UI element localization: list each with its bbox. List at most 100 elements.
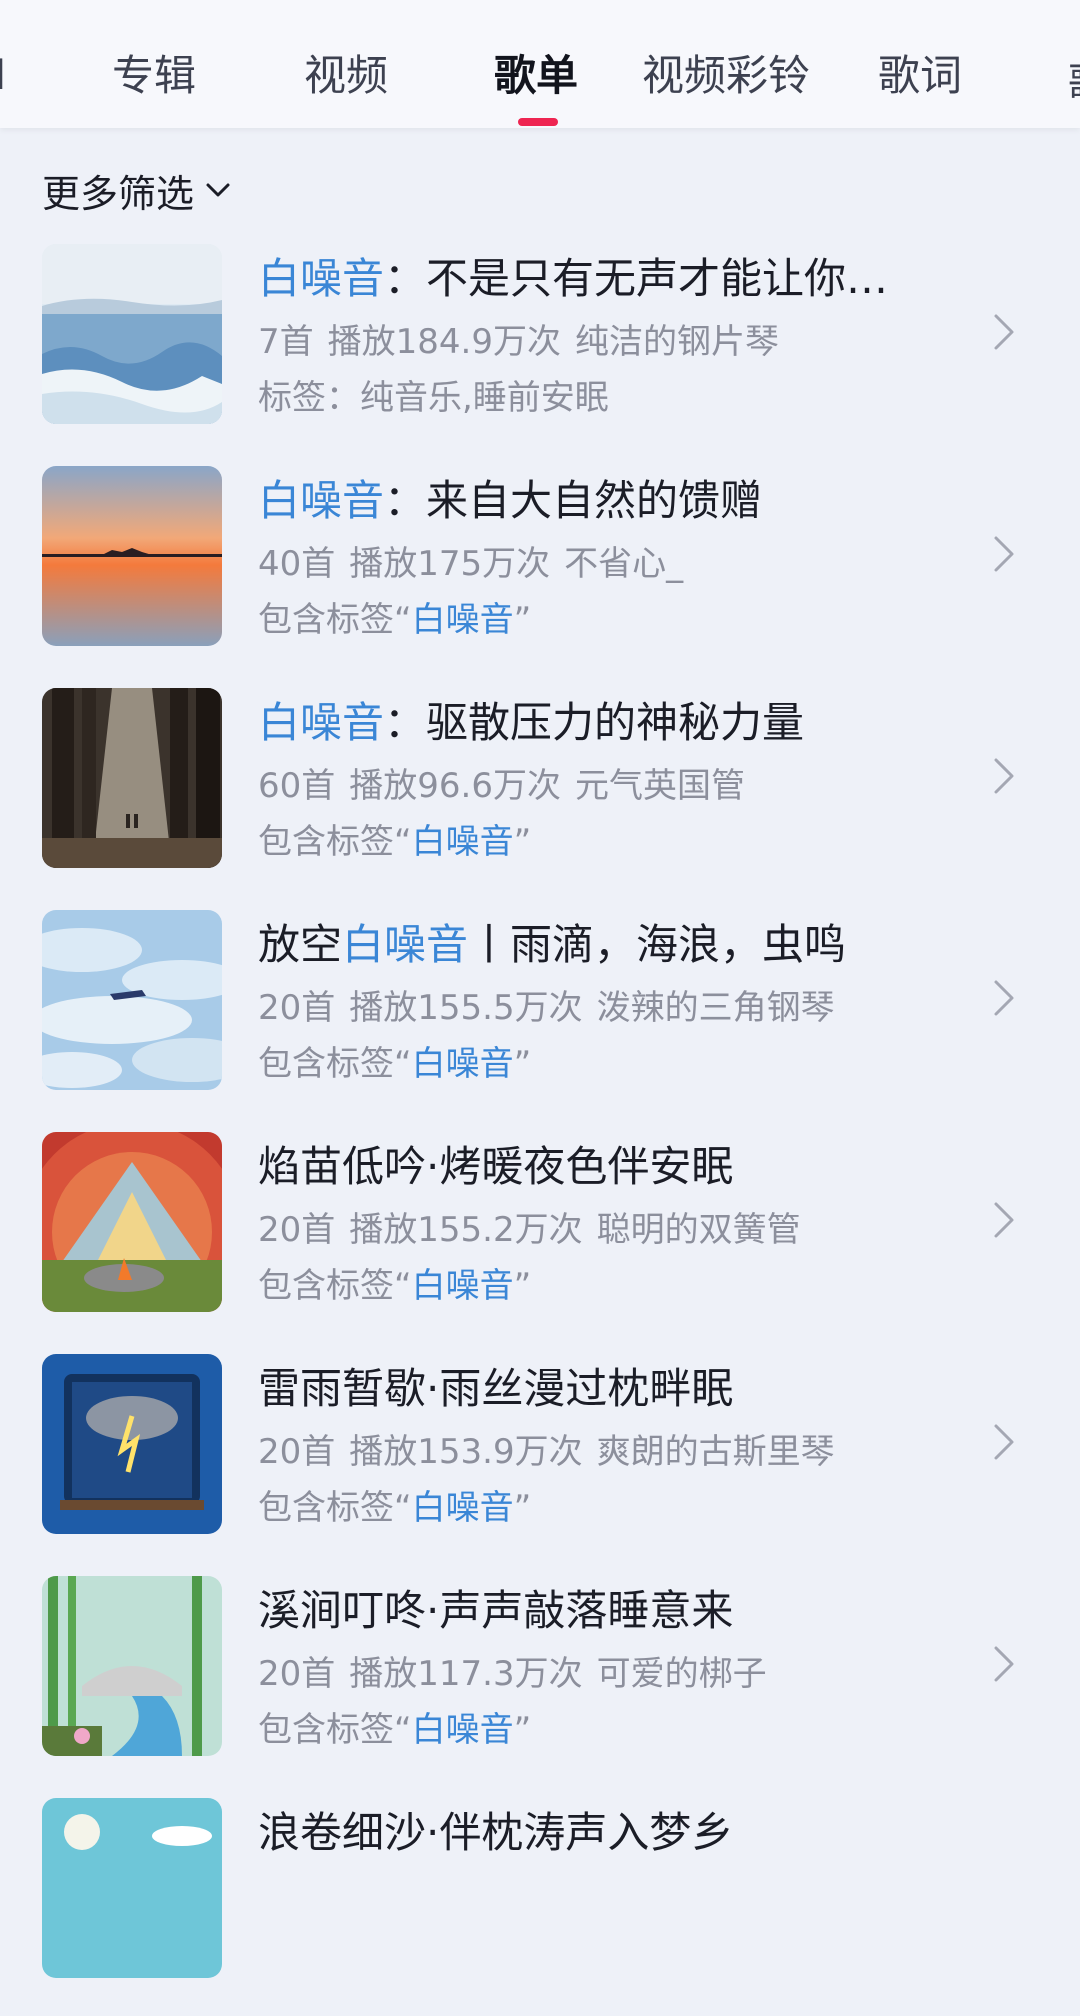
creator-name: 泼辣的三角钢琴 xyxy=(596,988,835,1028)
tab-partial-right[interactable]: 歌 xyxy=(1068,50,1080,111)
tab-bar: I 专辑 视频 歌单 视频彩铃 歌词 歌 xyxy=(0,0,1080,128)
tag-prefix: 包含标签“ xyxy=(258,600,412,640)
title-highlight: 白噪音 xyxy=(258,476,385,525)
playlist-tags: 包含标签“白噪音” xyxy=(258,1262,531,1310)
tag-prefix: 包含标签“ xyxy=(258,1266,412,1306)
playlist-cover xyxy=(42,1132,222,1312)
playlist-meta: 7首 播放184.9万次 纯洁的钢片琴 xyxy=(258,318,779,366)
play-count: 播放184.9万次 xyxy=(327,322,561,362)
title-highlight: 白噪音 xyxy=(258,254,385,303)
chevron-right-icon xyxy=(994,980,1014,1016)
playlist-title: 白噪音：来自大自然的馈赠 xyxy=(258,472,958,530)
title-highlight: 白噪音 xyxy=(342,920,469,969)
tag-text: 标签：纯音乐,睡前安眠 xyxy=(258,378,609,418)
play-count: 播放175万次 xyxy=(349,544,551,584)
tab-lyrics[interactable]: 歌词 xyxy=(878,48,962,104)
playlist-tags: 包含标签“白噪音” xyxy=(258,1484,531,1532)
title-text: 浪卷细沙·伴枕涛声入梦乡 xyxy=(258,1808,734,1857)
playlist-title: 焰苗低吟·烤暖夜色伴安眠 xyxy=(258,1138,958,1196)
playlist-title: 白噪音：不是只有无声才能让你… xyxy=(258,250,958,308)
title-text: 焰苗低吟·烤暖夜色伴安眠 xyxy=(258,1142,734,1191)
play-count: 播放96.6万次 xyxy=(349,766,561,806)
tab-playlist[interactable]: 歌单 xyxy=(494,48,578,104)
creator-name: 纯洁的钢片琴 xyxy=(574,322,779,362)
chevron-right-icon xyxy=(994,1202,1014,1238)
playlist-cover xyxy=(42,244,222,424)
playlist-cover xyxy=(42,1798,222,1978)
title-highlight: 白噪音 xyxy=(258,698,385,747)
bamboo-stream-image xyxy=(42,1576,222,1756)
creator-name: 元气英国管 xyxy=(574,766,745,806)
playlist-tags: 包含标签“白噪音” xyxy=(258,596,531,644)
playlist-tags: 包含标签“白噪音” xyxy=(258,1040,531,1088)
playlist-row[interactable]: 白噪音：驱散压力的神秘力量 60首 播放96.6万次 元气英国管 包含标签“白噪音” xyxy=(0,684,1080,906)
chevron-right-icon xyxy=(994,758,1014,794)
chevron-right-icon xyxy=(994,1424,1014,1460)
playlist-row[interactable]: 溪涧叮咚·声声敲落睡意来 20首 播放117.3万次 可爱的梆子 包含标签“白噪音” xyxy=(0,1572,1080,1794)
chevron-down-icon xyxy=(206,183,230,197)
more-filters-button[interactable]: 更多筛选 xyxy=(42,162,234,218)
playlist-row[interactable]: 放空白噪音丨雨滴，海浪，虫鸣 20首 播放155.5万次 泼辣的三角钢琴 包含标签“… xyxy=(0,906,1080,1128)
creator-name: 可爱的梆子 xyxy=(596,1654,767,1694)
thunderstorm-window-image xyxy=(42,1354,222,1534)
playlist-cover xyxy=(42,1354,222,1534)
title-text: 丨雨滴，海浪，虫鸣 xyxy=(468,920,847,969)
playlist-row[interactable]: 焰苗低吟·烤暖夜色伴安眠 20首 播放155.2万次 聪明的双簧管 包含标签“白噪音… xyxy=(0,1128,1080,1350)
tag-highlight: 白噪音 xyxy=(411,1488,514,1528)
tag-suffix: ” xyxy=(513,822,532,862)
playlist-tags: 标签：纯音乐,睡前安眠 xyxy=(258,374,609,422)
tag-prefix: 包含标签“ xyxy=(258,1710,412,1750)
play-count: 播放153.9万次 xyxy=(349,1432,583,1472)
playlist-cover xyxy=(42,688,222,868)
track-count: 20首 xyxy=(258,1210,336,1250)
track-count: 60首 xyxy=(258,766,336,806)
creator-name: 不省心_ xyxy=(564,544,684,584)
title-text: ：驱散压力的神秘力量 xyxy=(384,698,805,747)
tag-highlight: 白噪音 xyxy=(411,1710,514,1750)
playlist-meta: 60首 播放96.6万次 元气英国管 xyxy=(258,762,745,810)
tab-video[interactable]: 视频 xyxy=(304,48,388,104)
chevron-right-icon xyxy=(994,314,1014,350)
playlist-meta: 20首 播放117.3万次 可爱的梆子 xyxy=(258,1650,767,1698)
playlist-meta: 20首 播放153.9万次 爽朗的古斯里琴 xyxy=(258,1428,835,1476)
playlist-tags: 包含标签“白噪音” xyxy=(258,1706,531,1754)
playlist-row[interactable]: 白噪音：不是只有无声才能让你… 7首 播放184.9万次 纯洁的钢片琴 标签：纯音乐… xyxy=(0,240,1080,462)
tag-highlight: 白噪音 xyxy=(411,822,514,862)
creator-name: 聪明的双簧管 xyxy=(596,1210,801,1250)
playlist-cover xyxy=(42,1576,222,1756)
chevron-right-icon xyxy=(994,1646,1014,1682)
tag-suffix: ” xyxy=(513,1044,532,1084)
playlist-title: 放空白噪音丨雨滴，海浪，虫鸣 xyxy=(258,916,958,974)
track-count: 40首 xyxy=(258,544,336,584)
play-count: 播放155.5万次 xyxy=(349,988,583,1028)
track-count: 7首 xyxy=(258,322,314,362)
tab-partial-left[interactable]: I xyxy=(0,50,6,99)
playlist-title: 溪涧叮咚·声声敲落睡意来 xyxy=(258,1582,958,1640)
playlist-title: 浪卷细沙·伴枕涛声入梦乡 xyxy=(258,1804,958,1862)
playlist-meta: 40首 播放175万次 不省心_ xyxy=(258,540,683,588)
campfire-image xyxy=(42,1132,222,1312)
tag-prefix: 包含标签“ xyxy=(258,1488,412,1528)
playlist-row[interactable]: 雷雨暂歇·雨丝漫过枕畔眠 20首 播放153.9万次 爽朗的古斯里琴 包含标签“白噪… xyxy=(0,1350,1080,1572)
tab-video-ringtone[interactable]: 视频彩铃 xyxy=(642,48,810,104)
playlist-meta: 20首 播放155.2万次 聪明的双簧管 xyxy=(258,1206,801,1254)
title-text: ：不是只有无声才能让你… xyxy=(384,254,889,303)
forest-light-image xyxy=(42,688,222,868)
playlist-row[interactable]: 白噪音：来自大自然的馈赠 40首 播放175万次 不省心_ 包含标签“白噪音” xyxy=(0,462,1080,684)
title-prefix: 放空 xyxy=(258,920,343,969)
beach-sky-image xyxy=(42,1798,222,1978)
playlist-title: 雷雨暂歇·雨丝漫过枕畔眠 xyxy=(258,1360,958,1418)
playlist-row[interactable]: 浪卷细沙·伴枕涛声入梦乡 xyxy=(0,1794,1080,2016)
tag-highlight: 白噪音 xyxy=(411,1266,514,1306)
track-count: 20首 xyxy=(258,1432,336,1472)
playlist-title: 白噪音：驱散压力的神秘力量 xyxy=(258,694,958,752)
tag-suffix: ” xyxy=(513,1266,532,1306)
tag-suffix: ” xyxy=(513,1710,532,1750)
active-tab-indicator xyxy=(518,118,558,126)
playlist-cover xyxy=(42,466,222,646)
title-text: 溪涧叮咚·声声敲落睡意来 xyxy=(258,1586,734,1635)
tab-album[interactable]: 专辑 xyxy=(112,48,196,104)
playlist-cover xyxy=(42,910,222,1090)
play-count: 播放155.2万次 xyxy=(349,1210,583,1250)
play-count: 播放117.3万次 xyxy=(349,1654,583,1694)
